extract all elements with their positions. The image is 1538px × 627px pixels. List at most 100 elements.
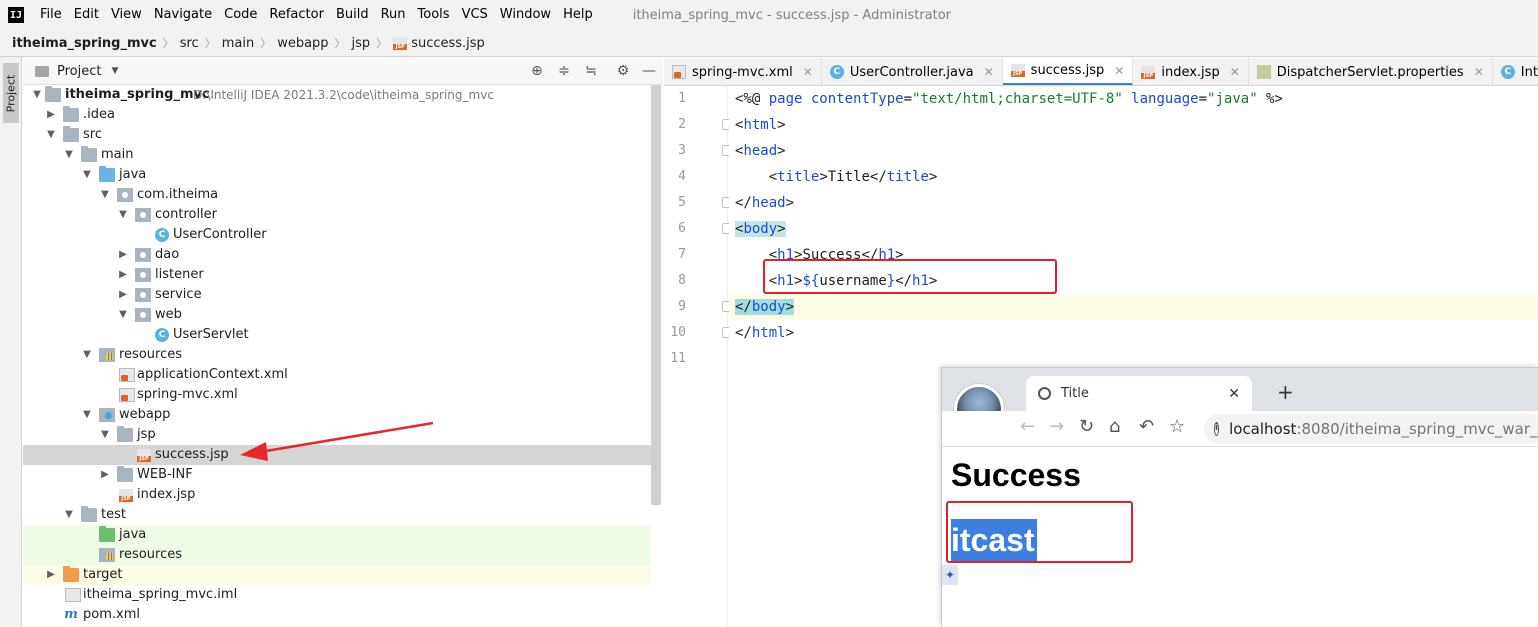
tree-row[interactable]: ▼ itheima_spring_mvc D:\IntelliJ IDEA 20… xyxy=(23,85,651,105)
back-icon[interactable]: ← xyxy=(1020,416,1035,437)
project-tool-button[interactable]: Project xyxy=(3,63,19,123)
project-scrollbar[interactable] xyxy=(651,85,661,505)
chevron-down-icon[interactable]: ▼ xyxy=(63,505,75,525)
breadcrumb-src[interactable]: src xyxy=(180,36,199,51)
tree-row[interactable]: m pom.xml xyxy=(23,605,651,625)
new-tab-icon[interactable]: + xyxy=(1277,380,1294,404)
menu-run[interactable]: Run xyxy=(375,0,412,30)
tab-spring-mvc-xml[interactable]: spring-mvc.xml ✕ xyxy=(664,58,822,85)
hide-icon[interactable]: — xyxy=(639,58,659,85)
tab-dispatcherservlet-properties[interactable]: DispatcherServlet.properties ✕ xyxy=(1249,58,1493,85)
spring-xml-icon xyxy=(119,368,135,382)
chevron-down-icon[interactable]: ▼ xyxy=(99,185,111,205)
reload-icon[interactable]: ↻ xyxy=(1079,416,1094,437)
menu-tools[interactable]: Tools xyxy=(412,0,456,30)
menu-file[interactable]: File xyxy=(34,0,68,30)
chevron-down-icon[interactable]: ▼ xyxy=(81,345,93,365)
tree-row[interactable]: ▶ listener xyxy=(23,265,651,285)
close-icon[interactable]: ✕ xyxy=(1230,65,1240,79)
java-class-icon: C xyxy=(155,228,169,242)
menu-build[interactable]: Build xyxy=(330,0,375,30)
tree-row[interactable]: index.jsp xyxy=(23,485,651,505)
locate-icon[interactable]: ⊕ xyxy=(527,58,547,85)
collapse-all-icon[interactable]: ≒ xyxy=(581,58,601,85)
chevron-down-icon[interactable]: ▼ xyxy=(117,205,129,225)
menu-window[interactable]: Window xyxy=(494,0,557,30)
tree-row[interactable]: itheima_spring_mvc.iml xyxy=(23,585,651,605)
tree-row[interactable]: ▼ com.itheima xyxy=(23,185,651,205)
tree-row[interactable]: ▼ resources xyxy=(23,345,651,365)
close-icon[interactable]: ✕ xyxy=(803,65,813,79)
chevron-down-icon[interactable]: ▼ xyxy=(81,165,93,185)
menu-code[interactable]: Code xyxy=(218,0,263,30)
tree-row[interactable]: ▼ src xyxy=(23,125,651,145)
menu-vcs[interactable]: VCS xyxy=(456,0,494,30)
chevron-right-icon[interactable]: ▶ xyxy=(117,265,129,285)
tree-row[interactable]: ▼ controller xyxy=(23,205,651,225)
chevron-down-icon[interactable]: ▼ xyxy=(63,145,75,165)
chevron-down-icon[interactable]: ▼ xyxy=(45,125,57,145)
chevron-right-icon[interactable]: ▶ xyxy=(117,245,129,265)
chevron-down-icon[interactable]: ▼ xyxy=(99,425,111,445)
breadcrumb-jsp[interactable]: jsp xyxy=(352,36,371,51)
chevron-right-icon[interactable]: ▶ xyxy=(45,105,57,125)
project-tree: ▼ itheima_spring_mvc D:\IntelliJ IDEA 20… xyxy=(23,85,663,627)
tree-label: service xyxy=(155,287,202,302)
chevron-down-icon[interactable]: ▼ xyxy=(81,405,93,425)
tree-row[interactable]: ▼ web xyxy=(23,305,651,325)
line-number: 4 xyxy=(678,169,686,184)
breadcrumb-file[interactable]: success.jsp xyxy=(411,36,485,51)
info-icon[interactable]: i xyxy=(1214,422,1220,436)
chevron-down-icon[interactable]: ▼ xyxy=(111,66,118,76)
tab-success-jsp[interactable]: success.jsp ✕ xyxy=(1002,58,1134,85)
browser-tab[interactable]: Title ✕ xyxy=(1026,376,1252,411)
tree-row[interactable]: ▶ target xyxy=(23,565,651,585)
forward-icon[interactable]: → xyxy=(1049,416,1064,437)
tree-row[interactable]: java xyxy=(23,525,651,545)
close-icon[interactable]: ✕ xyxy=(1114,64,1124,78)
tree-row[interactable]: C UserController xyxy=(23,225,651,245)
menu-refactor[interactable]: Refactor xyxy=(263,0,330,30)
tree-row[interactable]: spring-mvc.xml xyxy=(23,385,651,405)
tab-internalresourceview[interactable]: C InternalResourceView xyxy=(1493,58,1538,85)
gear-icon[interactable]: ⚙ xyxy=(613,58,633,85)
menu-help[interactable]: Help xyxy=(557,0,599,30)
chevron-right-icon[interactable]: ▶ xyxy=(99,465,111,485)
close-icon[interactable]: ✕ xyxy=(1228,386,1240,402)
url-path: :8080/itheima_spring_mvc_war_explo xyxy=(1296,420,1538,438)
close-icon[interactable]: ✕ xyxy=(984,65,994,79)
tree-row[interactable]: ▶ service xyxy=(23,285,651,305)
menu-navigate[interactable]: Navigate xyxy=(148,0,218,30)
project-panel-title[interactable]: Project xyxy=(57,64,101,79)
tree-row[interactable]: ▶ .idea xyxy=(23,105,651,125)
chevron-down-icon[interactable]: ▼ xyxy=(31,85,43,105)
expand-all-icon[interactable]: ≑ xyxy=(554,58,574,85)
tree-row[interactable]: ▼ main xyxy=(23,145,651,165)
menu-edit[interactable]: Edit xyxy=(68,0,105,30)
undo-icon[interactable]: ↶ xyxy=(1139,416,1154,437)
chevron-right-icon[interactable]: ▶ xyxy=(117,285,129,305)
star-icon[interactable]: ☆ xyxy=(1169,416,1185,437)
tree-row[interactable]: ▶ WEB-INF xyxy=(23,465,651,485)
extension-icon[interactable]: ✦ xyxy=(942,565,958,585)
tree-row[interactable]: resources xyxy=(23,545,651,565)
chevron-down-icon[interactable]: ▼ xyxy=(117,305,129,325)
menu-view[interactable]: View xyxy=(105,0,148,30)
tab-index-jsp[interactable]: index.jsp ✕ xyxy=(1133,58,1249,85)
chevron-right-icon[interactable]: ▶ xyxy=(45,565,57,585)
home-icon[interactable]: ⌂ xyxy=(1109,416,1120,437)
tree-row[interactable]: ▶ dao xyxy=(23,245,651,265)
tree-row[interactable]: applicationContext.xml xyxy=(23,365,651,385)
tree-row[interactable]: C UserServlet xyxy=(23,325,651,345)
jsp-file-icon xyxy=(137,449,151,462)
breadcrumb-webapp[interactable]: webapp xyxy=(277,36,328,51)
properties-file-icon xyxy=(1256,65,1271,79)
line-number: 6 xyxy=(678,221,686,236)
address-bar[interactable]: i localhost:8080/itheima_spring_mvc_war_… xyxy=(1204,414,1538,444)
tree-row[interactable]: ▼ test xyxy=(23,505,651,525)
close-icon[interactable]: ✕ xyxy=(1474,65,1484,79)
tab-usercontroller-java[interactable]: C UserController.java ✕ xyxy=(822,58,1003,85)
breadcrumb-project[interactable]: itheima_spring_mvc xyxy=(12,36,157,51)
breadcrumb-main[interactable]: main xyxy=(222,36,254,51)
tree-row[interactable]: ▼ java xyxy=(23,165,651,185)
